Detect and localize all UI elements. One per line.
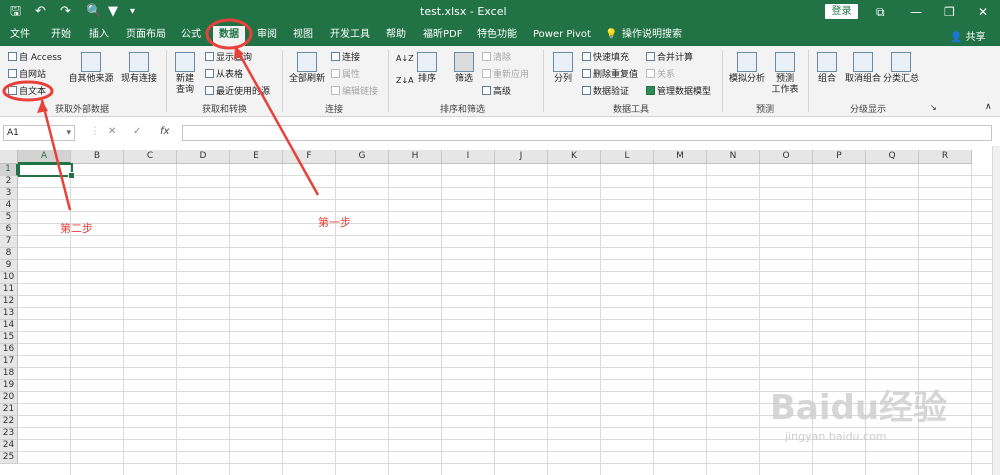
step1-arrow [233,45,320,196]
step1-annotation: 第一步 [318,216,351,229]
watermark-url: jingyan.baidu.com [785,430,887,443]
step2-arrow [40,99,72,211]
step1-highlight-circle [205,18,253,50]
step2-highlight-circle [2,80,54,102]
watermark-logo: Baidu经验 [770,388,948,428]
step2-arrowhead [37,100,48,113]
step2-annotation: 第二步 [60,222,93,235]
